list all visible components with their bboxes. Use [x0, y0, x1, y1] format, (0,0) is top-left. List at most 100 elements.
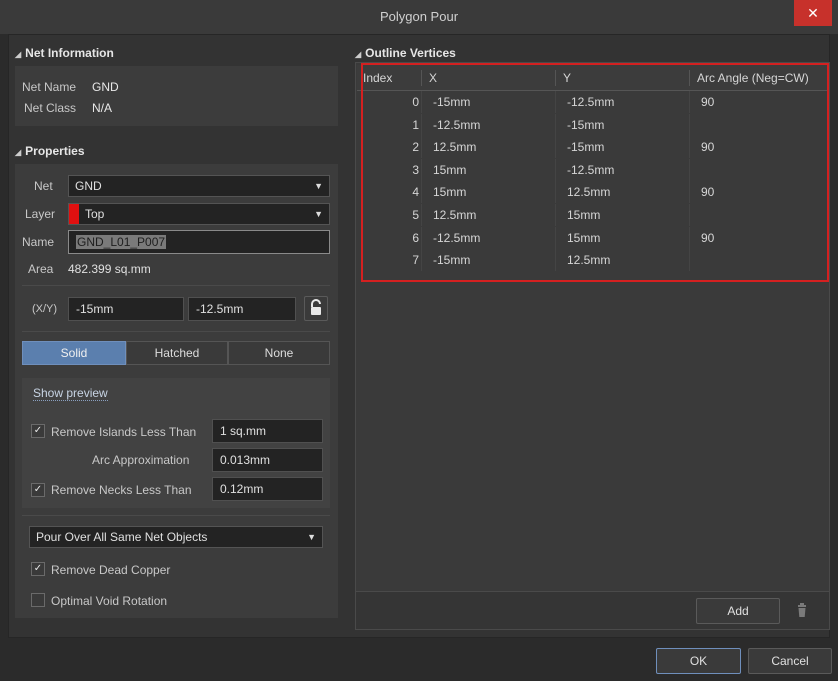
check-icon: ✓ — [33, 425, 43, 436]
optimal-void-checkbox[interactable] — [31, 593, 45, 607]
cell-y[interactable]: -12.5mm — [567, 159, 614, 181]
cell-x[interactable]: -15mm — [433, 249, 470, 271]
table-row[interactable]: 3 15mm -12.5mm — [357, 158, 827, 182]
arc-approx-input[interactable]: 0.013mm — [212, 448, 323, 472]
column-divider — [555, 181, 556, 204]
column-divider — [421, 249, 422, 272]
cell-index[interactable]: 1 — [405, 114, 419, 136]
table-row[interactable]: 0 -15mm -12.5mm 90 — [357, 91, 827, 114]
remove-necks-label: Remove Necks Less Than — [51, 483, 192, 497]
fill-mode-solid[interactable]: Solid — [22, 341, 126, 365]
cell-index[interactable]: 6 — [405, 227, 419, 249]
remove-necks-input[interactable]: 0.12mm — [212, 477, 323, 501]
cell-y[interactable]: 12.5mm — [567, 249, 610, 271]
trash-icon — [798, 603, 806, 617]
cell-index[interactable]: 2 — [405, 136, 419, 158]
fill-mode-hatched[interactable]: Hatched — [126, 341, 228, 365]
remove-islands-input[interactable]: 1 sq.mm — [212, 419, 323, 443]
column-divider — [555, 226, 556, 249]
column-divider — [689, 70, 690, 86]
cell-index[interactable]: 7 — [405, 249, 419, 271]
cell-y[interactable]: -15mm — [567, 114, 604, 136]
table-body: 0 -15mm -12.5mm 90 1 -12.5mm -15mm 2 12.5mm -15mm… — [357, 91, 827, 281]
cell-y[interactable]: 15mm — [567, 227, 600, 249]
table-row[interactable]: 4 15mm 12.5mm 90 — [357, 181, 827, 204]
divider — [22, 515, 330, 516]
column-divider — [689, 226, 690, 249]
column-header-x[interactable]: X — [429, 67, 437, 89]
cell-x[interactable]: 15mm — [433, 159, 466, 181]
show-preview-link[interactable]: Show preview — [33, 386, 108, 401]
check-icon: ✓ — [33, 563, 43, 574]
cell-y[interactable]: 15mm — [567, 204, 600, 226]
cell-arc[interactable]: 90 — [701, 227, 714, 249]
cell-y[interactable]: -15mm — [567, 136, 604, 158]
column-header-index[interactable]: Index — [363, 67, 392, 89]
cell-y[interactable]: 12.5mm — [567, 181, 610, 203]
pour-over-dropdown[interactable]: Pour Over All Same Net Objects ▼ — [29, 526, 323, 548]
cell-x[interactable]: -12.5mm — [433, 227, 480, 249]
cell-x[interactable]: -15mm — [433, 91, 470, 113]
column-divider — [421, 91, 422, 113]
close-icon: ✕ — [807, 5, 819, 21]
cell-x[interactable]: -12.5mm — [433, 114, 480, 136]
net-info-header[interactable]: ◢ Net Information — [15, 46, 114, 60]
collapse-triangle-icon: ◢ — [15, 50, 22, 59]
cell-index[interactable]: 3 — [405, 159, 419, 181]
chevron-down-icon: ▼ — [314, 209, 323, 219]
column-divider — [689, 204, 690, 226]
remove-dead-copper-checkbox[interactable]: ✓ — [31, 562, 45, 576]
chevron-down-icon: ▼ — [314, 181, 323, 191]
table-row[interactable]: 7 -15mm 12.5mm — [357, 249, 827, 272]
collapse-triangle-icon: ◢ — [355, 50, 362, 59]
x-input[interactable]: -15mm — [68, 297, 184, 321]
table-row[interactable]: 6 -12.5mm 15mm 90 — [357, 226, 827, 250]
delete-vertex-button[interactable] — [790, 600, 814, 622]
net-name-value: GND — [92, 80, 119, 94]
remove-necks-checkbox[interactable]: ✓ — [31, 483, 45, 497]
net-dropdown[interactable]: GND ▼ — [68, 175, 330, 197]
column-divider — [555, 70, 556, 86]
column-divider — [689, 91, 690, 113]
y-input[interactable]: -12.5mm — [188, 297, 296, 321]
cell-x[interactable]: 12.5mm — [433, 204, 476, 226]
arc-approx-label: Arc Approximation — [92, 453, 190, 467]
remove-islands-checkbox[interactable]: ✓ — [31, 424, 45, 438]
fill-mode-none[interactable]: None — [228, 341, 330, 365]
cell-arc[interactable]: 90 — [701, 136, 714, 158]
cell-index[interactable]: 4 — [405, 181, 419, 203]
table-row[interactable]: 2 12.5mm -15mm 90 — [357, 136, 827, 159]
cell-x[interactable]: 15mm — [433, 181, 466, 203]
cell-index[interactable]: 5 — [405, 204, 419, 226]
lock-button[interactable] — [304, 296, 328, 321]
column-divider — [555, 249, 556, 272]
cell-index[interactable]: 0 — [405, 91, 419, 113]
name-input[interactable]: GND_L01_P007 — [68, 230, 330, 254]
area-value: 482.399 sq.mm — [68, 262, 151, 276]
net-class-label: Net Class — [24, 101, 77, 115]
layer-dropdown[interactable]: Top ▼ — [68, 203, 330, 225]
column-divider — [555, 113, 556, 136]
add-vertex-button[interactable]: Add — [696, 598, 780, 624]
column-divider — [555, 204, 556, 226]
remove-dead-copper-label: Remove Dead Copper — [51, 563, 171, 577]
cancel-button[interactable]: Cancel — [748, 648, 832, 674]
column-divider — [421, 136, 422, 159]
ok-button[interactable]: OK — [656, 648, 741, 674]
table-row[interactable]: 1 -12.5mm -15mm — [357, 113, 827, 137]
column-divider — [689, 249, 690, 272]
outline-vertices-header[interactable]: ◢ Outline Vertices — [355, 46, 456, 60]
cell-x[interactable]: 12.5mm — [433, 136, 476, 158]
cell-y[interactable]: -12.5mm — [567, 91, 614, 113]
table-row[interactable]: 5 12.5mm 15mm — [357, 204, 827, 227]
column-header-y[interactable]: Y — [563, 67, 571, 89]
column-divider — [421, 158, 422, 181]
close-button[interactable]: ✕ — [794, 0, 832, 26]
net-class-value: N/A — [92, 101, 113, 115]
cell-arc[interactable]: 90 — [701, 181, 714, 203]
column-header-arc[interactable]: Arc Angle (Neg=CW) — [697, 67, 809, 89]
net-info-panel — [15, 66, 338, 126]
cell-arc[interactable]: 90 — [701, 91, 714, 113]
column-divider — [689, 158, 690, 181]
properties-header[interactable]: ◢ Properties — [15, 144, 85, 158]
